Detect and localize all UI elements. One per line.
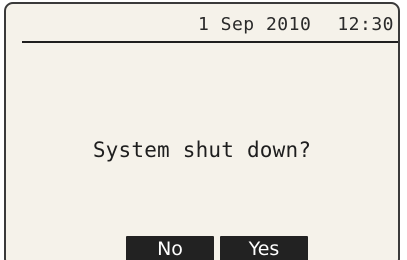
lcd-screen: 1 Sep 2010 12:30 System shut down? No Yes — [4, 2, 400, 260]
device-page: 1 Sep 2010 12:30 System shut down? No Yes — [0, 0, 407, 260]
status-date: 1 Sep 2010 — [197, 14, 312, 35]
shutdown-prompt: System shut down? — [92, 138, 312, 162]
softkey-bar: No Yes — [6, 236, 398, 260]
no-button[interactable]: No — [126, 236, 214, 260]
status-bar: 1 Sep 2010 12:30 — [6, 4, 398, 44]
status-time: 12:30 — [337, 14, 394, 35]
status-divider — [22, 41, 398, 43]
status-datetime: 1 Sep 2010 12:30 — [198, 14, 394, 35]
yes-button[interactable]: Yes — [220, 236, 308, 260]
